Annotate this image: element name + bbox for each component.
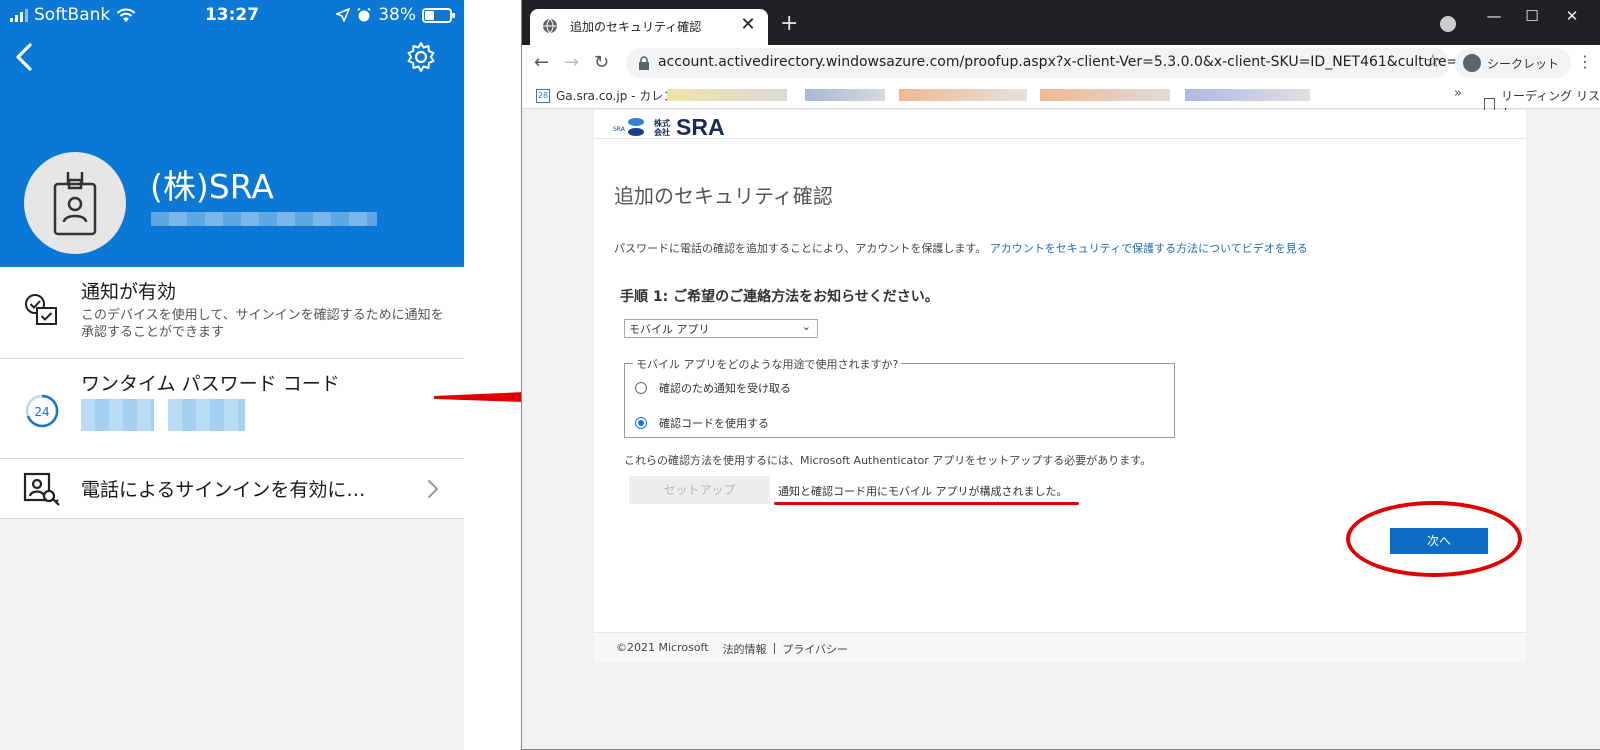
avatar <box>24 152 126 254</box>
bookmark-calendar[interactable]: 28 Ga.sra.co.jp - カレン... <box>536 87 687 104</box>
gear-icon <box>407 42 435 72</box>
new-tab-icon[interactable]: + <box>780 11 798 36</box>
close-window-icon[interactable]: ✕ <box>1562 7 1582 25</box>
page-title: 追加のセキュリティ確認 <box>614 184 833 208</box>
redacted-bookmark[interactable] <box>1040 89 1170 101</box>
tab-title: 追加のセキュリティ確認 <box>570 20 702 34</box>
copyright: ©2021 Microsoft <box>616 641 709 654</box>
privacy-link[interactable]: プライバシー <box>782 641 848 657</box>
header-divider <box>594 138 1526 139</box>
phone-signin-title: 電話によるサインインを有効に… <box>81 479 366 501</box>
approval-check-icon <box>22 291 62 331</box>
footer-separator: | <box>772 641 777 654</box>
chevron-left-icon <box>16 43 32 71</box>
calendar-icon: 28 <box>536 88 550 103</box>
logo-kaisha: 株式 会社 <box>654 118 670 137</box>
browser-window: 追加のセキュリティ確認 ✕ + — ☐ ✕ ← → ↻ account.acti… <box>521 0 1600 750</box>
tab-strip: 追加のセキュリティ確認 ✕ + — ☐ ✕ <box>522 0 1600 45</box>
page-footer: ©2021 Microsoft 法的情報 | プライバシー <box>594 632 1526 662</box>
notifications-title: 通知が有効 <box>81 281 177 303</box>
account-name: (株)SRA <box>150 167 274 206</box>
account-options-list: 通知が有効 このデバイスを使用して、サインインを確認するために通知を承認すること… <box>0 267 464 519</box>
company-logo: SRA 株式 会社 SRA <box>612 114 725 141</box>
redacted-bookmark[interactable] <box>899 89 1027 101</box>
usage-fieldset: モバイル アプリをどのような用途で使用されますか? 確認のため通知を受け取る 確… <box>624 356 1175 438</box>
radio-notification-label: 確認のため通知を受け取る <box>659 382 791 395</box>
tab-search-icon[interactable] <box>1440 16 1456 32</box>
radio-code-label: 確認コードを使用する <box>659 417 769 430</box>
svg-text:SRA: SRA <box>613 126 626 133</box>
incognito-label: シークレット <box>1487 57 1560 71</box>
otp-title: ワンタイム パスワード コード <box>81 373 340 395</box>
usage-legend: モバイル アプリをどのような用途で使用されますか? <box>633 356 902 372</box>
account-header: SoftBank 13:27 38% (株)SRA <box>0 0 464 267</box>
list-item-phone-signin[interactable]: 電話によるサインインを有効に… <box>0 459 464 519</box>
redacted-otp-part-2 <box>168 399 245 431</box>
authenticator-phone-screen: SoftBank 13:27 38% (株)SRA 通知が有効 このデバイスを使… <box>0 0 464 750</box>
incognito-badge[interactable]: シークレット <box>1455 48 1571 78</box>
alarm-icon <box>357 7 371 22</box>
contact-method-select[interactable]: モバイル アプリ ⌄ <box>624 319 818 338</box>
bookmarks-bar: 28 Ga.sra.co.jp - カレン... » リーディング リスト <box>522 81 1600 120</box>
otp-timer-icon: 24 <box>22 391 62 431</box>
redacted-email <box>151 212 377 226</box>
menu-dots-icon[interactable]: ⋮ <box>1577 52 1593 71</box>
redacted-bookmark[interactable] <box>667 89 787 101</box>
phone-signin-icon <box>22 469 62 509</box>
address-bar[interactable]: account.activedirectory.windowsazure.com… <box>626 48 1471 78</box>
list-item-notifications[interactable]: 通知が有効 このデバイスを使用して、サインインを確認するために通知を承認すること… <box>0 267 464 359</box>
sra-logo-mark: SRA <box>613 117 644 136</box>
chevron-down-icon: ⌄ <box>801 320 811 333</box>
radio-code[interactable] <box>635 417 647 429</box>
lock-icon <box>639 56 649 70</box>
minimize-icon[interactable]: — <box>1484 7 1504 25</box>
browser-toolbar: ← → ↻ account.activedirectory.windowsazu… <box>522 45 1600 81</box>
contact-method-value: モバイル アプリ <box>629 323 710 336</box>
red-circle-annotation <box>1346 501 1522 577</box>
maximize-icon[interactable]: ☐ <box>1522 7 1542 25</box>
radio-option-code[interactable]: 確認コードを使用する <box>635 415 769 431</box>
url-text: account.activedirectory.windowsazure.com… <box>658 54 1471 70</box>
verification-page: SRA 株式 会社 SRA 追加のセキュリティ確認 パスワードに電話の確認を追加… <box>594 110 1526 662</box>
status-bar: SoftBank 13:27 38% <box>0 0 464 30</box>
logo-text: SRA <box>676 114 725 140</box>
incognito-icon <box>1463 54 1481 72</box>
settings-button[interactable] <box>404 40 438 74</box>
red-underline-annotation <box>774 502 1079 505</box>
more-bookmarks-icon[interactable]: » <box>1454 86 1462 101</box>
legal-link[interactable]: 法的情報 <box>723 641 767 657</box>
intro-description: パスワードに電話の確認を追加することにより、アカウントを保護します。 <box>614 242 987 255</box>
location-arrow-icon <box>336 8 351 22</box>
bookmark-star-icon[interactable]: ☆ <box>1425 51 1441 72</box>
setup-button[interactable]: セットアップ <box>629 476 770 504</box>
back-arrow-icon[interactable]: ← <box>534 52 549 73</box>
notifications-description: このデバイスを使用して、サインインを確認するために通知を承認することができます <box>81 308 444 340</box>
tab-security-verification[interactable]: 追加のセキュリティ確認 ✕ <box>530 9 768 45</box>
redacted-bookmark[interactable] <box>805 89 885 101</box>
chevron-right-icon <box>426 477 440 501</box>
step-heading: 手順 1: ご希望のご連絡方法をお知らせください。 <box>620 289 939 305</box>
list-item-otp-code[interactable]: 24 ワンタイム パスワード コード <box>0 359 464 459</box>
redacted-bookmark[interactable] <box>1185 89 1310 101</box>
otp-timer-value: 24 <box>34 405 49 419</box>
close-tab-icon[interactable]: ✕ <box>738 14 758 35</box>
radio-notification[interactable] <box>635 382 647 394</box>
reload-icon[interactable]: ↻ <box>594 52 609 73</box>
reading-list-icon <box>1484 97 1496 111</box>
requirement-text: これらの確認方法を使用するには、Microsoft Authenticator … <box>624 454 1152 467</box>
battery-percent: 38% <box>378 5 416 25</box>
battery-icon <box>422 7 455 23</box>
back-button[interactable] <box>10 40 40 74</box>
configured-status: 通知と確認コード用にモバイル アプリが構成されました。 <box>778 485 1068 498</box>
radio-option-notification[interactable]: 確認のため通知を受け取る <box>635 380 791 396</box>
video-link[interactable]: アカウントをセキュリティで保護する方法についてビデオを見る <box>990 242 1308 255</box>
redacted-otp-part-1 <box>81 399 154 431</box>
globe-icon <box>543 18 557 34</box>
page-viewport: SRA 株式 会社 SRA 追加のセキュリティ確認 パスワードに電話の確認を追加… <box>522 110 1600 749</box>
intro-text: パスワードに電話の確認を追加することにより、アカウントを保護します。 アカウント… <box>614 240 1308 256</box>
id-badge-icon <box>53 172 97 236</box>
forward-arrow-icon[interactable]: → <box>564 52 579 73</box>
